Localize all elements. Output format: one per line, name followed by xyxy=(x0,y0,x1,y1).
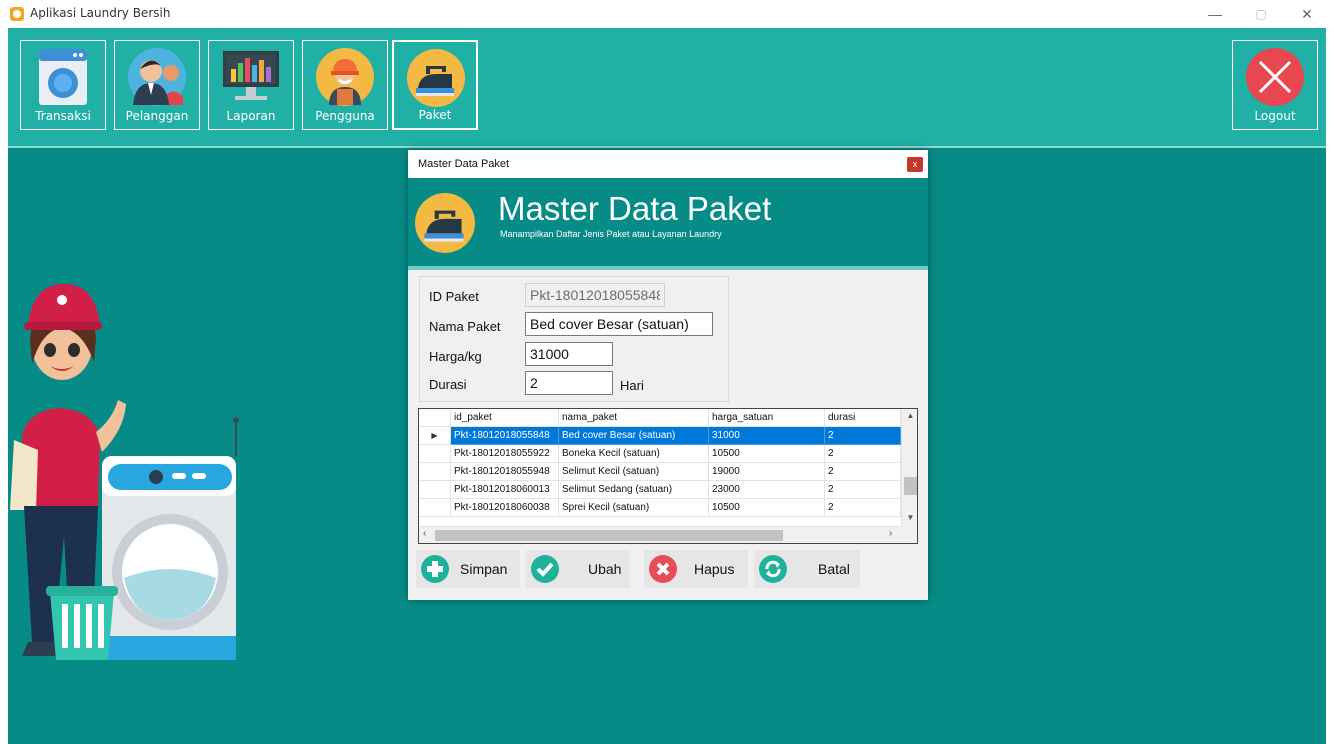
toolbar-button-pengguna[interactable]: Pengguna xyxy=(302,40,388,130)
washing-machine-icon xyxy=(33,47,93,107)
dialog-header: Master Data Paket Manampilkan Daftar Jen… xyxy=(408,178,928,266)
toolbar-label: Laporan xyxy=(226,109,276,123)
durasi-label: Durasi xyxy=(429,377,467,392)
horizontal-scroll-thumb[interactable] xyxy=(435,530,783,541)
cell-id-paket[interactable]: Pkt-18012018060038 xyxy=(451,499,559,517)
dialog-close-button[interactable]: x xyxy=(907,157,923,172)
toolbar-label: Pengguna xyxy=(315,109,375,123)
main-toolbar: Transaksi Pelanggan Laporan Pengguna Pak… xyxy=(8,28,1326,146)
row-header[interactable] xyxy=(419,463,451,481)
batal-button[interactable]: Batal xyxy=(754,550,860,588)
minimize-button[interactable]: — xyxy=(1200,2,1230,26)
toolbar-label: Pelanggan xyxy=(125,109,189,123)
paket-data-grid[interactable]: id_paket nama_paket harga_satuan durasi … xyxy=(418,408,918,544)
column-header-nama-paket[interactable]: nama_paket xyxy=(559,409,709,427)
cell-nama-paket[interactable]: Boneka Kecil (satuan) xyxy=(559,445,709,463)
cell-durasi[interactable]: 2 xyxy=(825,445,901,463)
logout-button[interactable]: Logout xyxy=(1232,40,1318,130)
iron-icon xyxy=(414,192,476,254)
user-worker-icon xyxy=(315,47,375,107)
report-monitor-icon xyxy=(221,47,281,107)
durasi-unit: Hari xyxy=(620,378,644,393)
simpan-label: Simpan xyxy=(460,561,508,577)
toolbar-button-paket[interactable]: Paket xyxy=(392,40,478,130)
cell-durasi[interactable]: 2 xyxy=(825,463,901,481)
cell-id-paket[interactable]: Pkt-18012018055948 xyxy=(451,463,559,481)
hapus-label: Hapus xyxy=(694,561,735,577)
cell-durasi[interactable]: 2 xyxy=(825,481,901,499)
cell-id-paket[interactable]: Pkt-18012018055922 xyxy=(451,445,559,463)
cell-durasi[interactable]: 2 xyxy=(825,499,901,517)
scroll-left-icon[interactable]: ‹ xyxy=(423,528,426,539)
column-header-id-paket[interactable]: id_paket xyxy=(451,409,559,427)
row-header[interactable] xyxy=(419,481,451,499)
iron-icon xyxy=(406,48,466,108)
ubah-button[interactable]: Ubah xyxy=(526,550,630,588)
scroll-up-icon[interactable]: ▲ xyxy=(902,411,917,420)
cell-nama-paket[interactable]: Sprei Kecil (satuan) xyxy=(559,499,709,517)
harga-label: Harga/kg xyxy=(429,349,482,364)
toolbar-label: Transaksi xyxy=(35,109,91,123)
cell-nama-paket[interactable]: Bed cover Besar (satuan) xyxy=(559,427,709,445)
column-header-durasi[interactable]: durasi xyxy=(825,409,901,427)
header-divider xyxy=(408,266,928,270)
simpan-button[interactable]: Simpan xyxy=(416,550,520,588)
column-header-harga-satuan[interactable]: harga_satuan xyxy=(709,409,825,427)
cell-harga-satuan[interactable]: 10500 xyxy=(709,445,825,463)
hapus-button[interactable]: Hapus xyxy=(644,550,748,588)
header-title: Master Data Paket xyxy=(498,190,772,227)
laundry-illustration xyxy=(8,270,248,690)
toolbar-button-transaksi[interactable]: Transaksi xyxy=(20,40,106,130)
harga-input[interactable] xyxy=(525,342,613,366)
customers-icon xyxy=(127,47,187,107)
id-paket-input[interactable] xyxy=(525,283,665,307)
scroll-corner xyxy=(901,526,917,543)
cell-nama-paket[interactable]: Selimut Sedang (satuan) xyxy=(559,481,709,499)
cell-harga-satuan[interactable]: 31000 xyxy=(709,427,825,445)
vertical-scrollbar[interactable]: ▲ ▼ xyxy=(901,409,917,526)
row-selector-icon[interactable]: ▶ xyxy=(419,427,451,445)
toolbar-button-laporan[interactable]: Laporan xyxy=(208,40,294,130)
id-paket-label: ID Paket xyxy=(429,289,479,304)
grid-corner-header xyxy=(419,409,451,427)
ubah-label: Ubah xyxy=(588,561,622,577)
scroll-down-icon[interactable]: ▼ xyxy=(902,513,917,522)
close-window-button[interactable]: ✕ xyxy=(1292,2,1322,26)
scroll-right-icon[interactable]: › xyxy=(889,528,892,539)
check-circle-icon xyxy=(530,554,560,584)
cell-id-paket[interactable]: Pkt-18012018055848 xyxy=(451,427,559,445)
app-logo-icon xyxy=(10,7,24,21)
nama-paket-label: Nama Paket xyxy=(429,319,501,334)
window-title: Aplikasi Laundry Bersih xyxy=(30,6,171,20)
cell-nama-paket[interactable]: Selimut Kecil (satuan) xyxy=(559,463,709,481)
batal-label: Batal xyxy=(818,561,850,577)
cell-harga-satuan[interactable]: 19000 xyxy=(709,463,825,481)
row-header[interactable] xyxy=(419,499,451,517)
cell-id-paket[interactable]: Pkt-18012018060013 xyxy=(451,481,559,499)
toolbar-button-pelanggan[interactable]: Pelanggan xyxy=(114,40,200,130)
toolbar-label: Logout xyxy=(1254,109,1296,123)
row-header[interactable] xyxy=(419,445,451,463)
vertical-scroll-thumb[interactable] xyxy=(904,477,917,495)
durasi-input[interactable] xyxy=(525,371,613,395)
header-subtitle: Manampilkan Daftar Jenis Paket atau Laya… xyxy=(500,229,722,239)
nama-paket-input[interactable] xyxy=(525,312,713,336)
paket-form: ID Paket Nama Paket Harga/kg Durasi Hari xyxy=(419,276,729,402)
dialog-titlebar: Master Data Paket x xyxy=(408,150,928,178)
cell-harga-satuan[interactable]: 23000 xyxy=(709,481,825,499)
dialog-title: Master Data Paket xyxy=(418,158,510,170)
refresh-circle-icon xyxy=(758,554,788,584)
x-circle-icon xyxy=(648,554,678,584)
cell-durasi[interactable]: 2 xyxy=(825,427,901,445)
maximize-button[interactable]: ▢ xyxy=(1246,2,1276,26)
master-data-paket-dialog: Master Data Paket x Master Data Paket Ma… xyxy=(408,150,928,600)
toolbar-label: Paket xyxy=(418,108,452,122)
window-titlebar: Aplikasi Laundry Bersih — ▢ ✕ xyxy=(0,0,1334,28)
close-circle-icon xyxy=(1245,47,1305,107)
cell-harga-satuan[interactable]: 10500 xyxy=(709,499,825,517)
horizontal-scrollbar[interactable]: ‹ › xyxy=(419,526,901,543)
plus-circle-icon xyxy=(420,554,450,584)
